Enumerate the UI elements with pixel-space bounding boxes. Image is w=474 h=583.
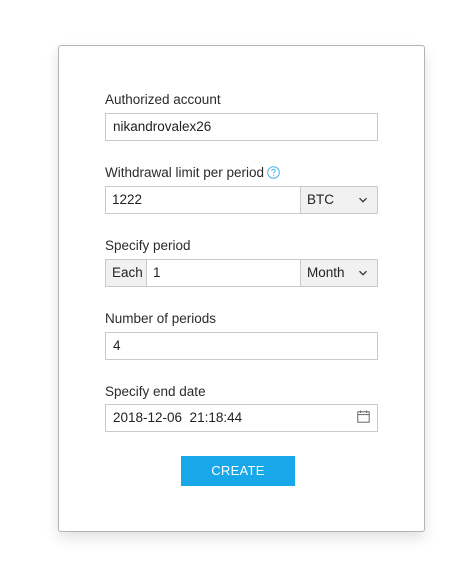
num-periods-input[interactable]: 4: [105, 332, 378, 360]
period-prefix: Each: [105, 259, 147, 287]
period-input[interactable]: 1: [146, 259, 301, 287]
currency-select[interactable]: BTC: [300, 186, 378, 214]
period-unit-value: Month: [307, 265, 345, 280]
account-input[interactable]: nikandrovalex26: [105, 113, 378, 141]
period-unit-select[interactable]: Month: [300, 259, 378, 287]
create-button[interactable]: CREATE: [181, 456, 295, 486]
chevron-down-icon: [359, 197, 367, 203]
end-date-label: Specify end date: [105, 384, 206, 399]
period-label: Specify period: [105, 238, 191, 253]
calendar-icon[interactable]: [357, 410, 370, 423]
num-periods-label: Number of periods: [105, 311, 217, 326]
currency-select-value: BTC: [307, 192, 334, 207]
account-label: Authorized account: [105, 92, 221, 107]
limit-label: Withdrawal limit per period: [105, 165, 265, 180]
limit-input[interactable]: 1222: [105, 186, 301, 214]
chevron-down-icon: [359, 270, 367, 276]
help-icon[interactable]: [267, 166, 280, 179]
end-date-input[interactable]: 2018-12-06 21:18:44: [105, 404, 378, 432]
